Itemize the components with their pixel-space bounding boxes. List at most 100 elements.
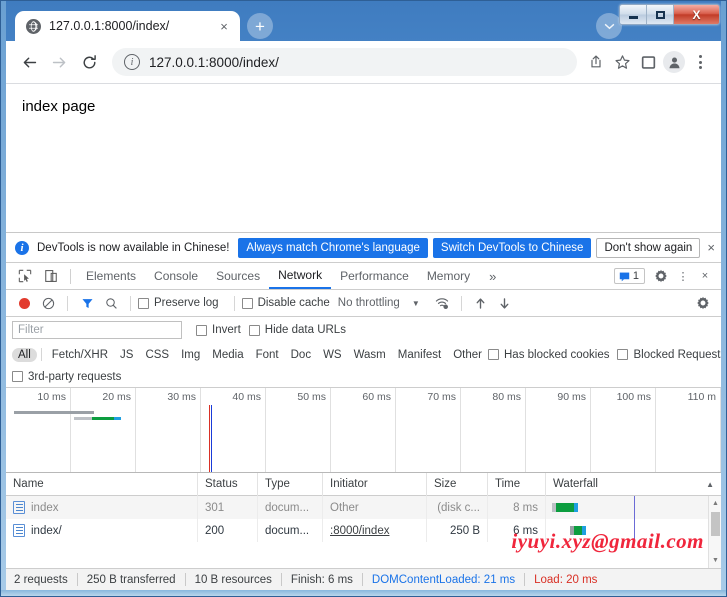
tab-close-icon[interactable]: × [216, 18, 232, 34]
banner-message: DevTools is now available in Chinese! [37, 241, 230, 254]
chip-manifest[interactable]: Manifest [392, 348, 447, 362]
back-button[interactable] [14, 47, 44, 77]
disable-cache-label: Disable cache [257, 297, 330, 309]
overview-tick: 110 m [656, 388, 721, 472]
chevron-down-icon [604, 23, 614, 29]
side-panel-icon[interactable] [635, 47, 661, 77]
tab-performance[interactable]: Performance [331, 263, 418, 289]
column-header-initiator[interactable]: Initiator [323, 472, 427, 496]
chip-doc[interactable]: Doc [285, 348, 317, 362]
browser-toolbar: i 127.0.0.1:8000/index/ [6, 41, 721, 84]
network-settings-gear-icon[interactable] [691, 291, 715, 315]
tab-console[interactable]: Console [145, 263, 207, 289]
search-button[interactable] [99, 291, 123, 315]
chip-other[interactable]: Other [447, 348, 488, 362]
table-row[interactable]: index/ 200 docum... :8000/index 250 B 6 … [6, 519, 721, 542]
overview-tick: 70 ms [396, 388, 461, 472]
chip-css[interactable]: CSS [139, 348, 175, 362]
devtools-close-icon[interactable]: × [694, 265, 716, 287]
export-har-button[interactable] [493, 291, 517, 315]
network-conditions-icon[interactable] [430, 291, 454, 315]
toolbar-divider [67, 295, 68, 311]
tick-label: 50 ms [297, 391, 326, 403]
reload-button[interactable] [74, 47, 104, 77]
third-party-requests-checkbox[interactable]: 3rd-party requests [12, 371, 121, 383]
overview-tick: 20 ms [71, 388, 136, 472]
column-header-time[interactable]: Time [488, 472, 546, 496]
more-tabs-icon[interactable]: » [479, 269, 506, 284]
always-match-language-button[interactable]: Always match Chrome's language [238, 237, 428, 258]
blocked-requests-checkbox[interactable]: Blocked Requests [617, 349, 726, 361]
cell-name-text: index [31, 501, 59, 514]
tab-memory-label: Memory [426, 269, 471, 283]
chip-wasm[interactable]: Wasm [348, 348, 392, 362]
tab-network[interactable]: Network [269, 263, 332, 289]
chip-ws[interactable]: WS [317, 348, 348, 362]
chrome-menu-button[interactable] [687, 47, 713, 77]
cell-size: (disk c... [427, 496, 488, 519]
preserve-log-checkbox[interactable]: Preserve log [138, 297, 219, 309]
clear-button[interactable] [36, 291, 60, 315]
record-button[interactable] [12, 291, 36, 315]
inspect-element-icon[interactable] [12, 263, 38, 289]
tick-label: 60 ms [362, 391, 391, 403]
table-row[interactable]: index 301 docum... Other (disk c... 8 ms [6, 496, 721, 519]
chip-all[interactable]: All [12, 347, 37, 362]
cell-initiator[interactable]: :8000/index [323, 519, 427, 542]
device-toolbar-icon[interactable] [38, 263, 64, 289]
maximize-button[interactable] [647, 5, 674, 24]
throttling-select[interactable]: No throttling [338, 297, 400, 309]
overview-tick: 60 ms [331, 388, 396, 472]
scrollbar-thumb[interactable] [711, 512, 720, 536]
tick-label: 80 ms [492, 391, 521, 403]
cell-initiator-link[interactable]: :8000/index [330, 525, 389, 537]
share-icon[interactable] [583, 47, 609, 77]
profile-button[interactable] [661, 47, 687, 77]
browser-tab[interactable]: 127.0.0.1:8000/index/ × [15, 11, 240, 41]
request-count: 2 requests [14, 573, 68, 586]
chip-img[interactable]: Img [175, 348, 206, 362]
invert-checkbox[interactable]: Invert [196, 324, 241, 336]
column-header-size[interactable]: Size [427, 472, 488, 496]
message-count-badge[interactable]: 1 [613, 268, 645, 284]
network-overview-timeline[interactable]: 10 ms 20 ms 30 ms 40 ms 50 ms 60 ms 70 m… [6, 388, 721, 473]
disable-cache-checkbox[interactable]: Disable cache [241, 297, 330, 309]
chevron-down-icon[interactable]: ▼ [412, 299, 420, 308]
devtools-menu-icon[interactable]: ⋮ [672, 265, 694, 287]
tab-network-label: Network [278, 268, 323, 282]
column-header-name[interactable]: Name [6, 472, 198, 496]
table-scrollbar[interactable]: ▲ ▼ [708, 496, 721, 568]
chip-js[interactable]: JS [114, 348, 139, 362]
sort-ascending-icon: ▲ [706, 479, 714, 489]
new-tab-button[interactable]: + [247, 13, 273, 39]
switch-devtools-language-button[interactable]: Switch DevTools to Chinese [432, 237, 592, 258]
column-header-waterfall[interactable]: Waterfall ▲ [546, 473, 721, 496]
filter-input[interactable]: Filter [12, 321, 182, 339]
minimize-button[interactable] [620, 5, 647, 24]
hide-data-urls-checkbox[interactable]: Hide data URLs [248, 324, 346, 336]
column-header-status[interactable]: Status [198, 472, 258, 496]
devtools-panel: i DevTools is now available in Chinese! … [6, 232, 726, 590]
site-info-icon[interactable]: i [124, 54, 140, 70]
banner-close-icon[interactable]: × [707, 241, 715, 254]
address-bar[interactable]: i 127.0.0.1:8000/index/ [112, 48, 577, 76]
bookmark-star-icon[interactable] [609, 47, 635, 77]
column-header-type[interactable]: Type [258, 472, 323, 496]
scroll-down-icon[interactable]: ▼ [709, 554, 721, 567]
import-har-button[interactable] [469, 291, 493, 315]
cell-type: docum... [258, 519, 323, 542]
tab-elements[interactable]: Elements [77, 263, 145, 289]
chip-media[interactable]: Media [206, 348, 249, 362]
gear-icon[interactable] [650, 265, 672, 287]
dont-show-again-button[interactable]: Don't show again [596, 237, 701, 258]
close-window-button[interactable]: X [674, 5, 719, 24]
filter-button[interactable] [75, 291, 99, 315]
forward-button[interactable] [44, 47, 74, 77]
has-blocked-cookies-checkbox[interactable]: Has blocked cookies [488, 349, 609, 361]
tab-memory[interactable]: Memory [418, 263, 479, 289]
scroll-up-icon[interactable]: ▲ [709, 497, 721, 510]
tab-performance-label: Performance [340, 269, 409, 283]
tab-sources[interactable]: Sources [207, 263, 269, 289]
chip-fetch-xhr[interactable]: Fetch/XHR [46, 348, 114, 362]
chip-font[interactable]: Font [250, 348, 285, 362]
